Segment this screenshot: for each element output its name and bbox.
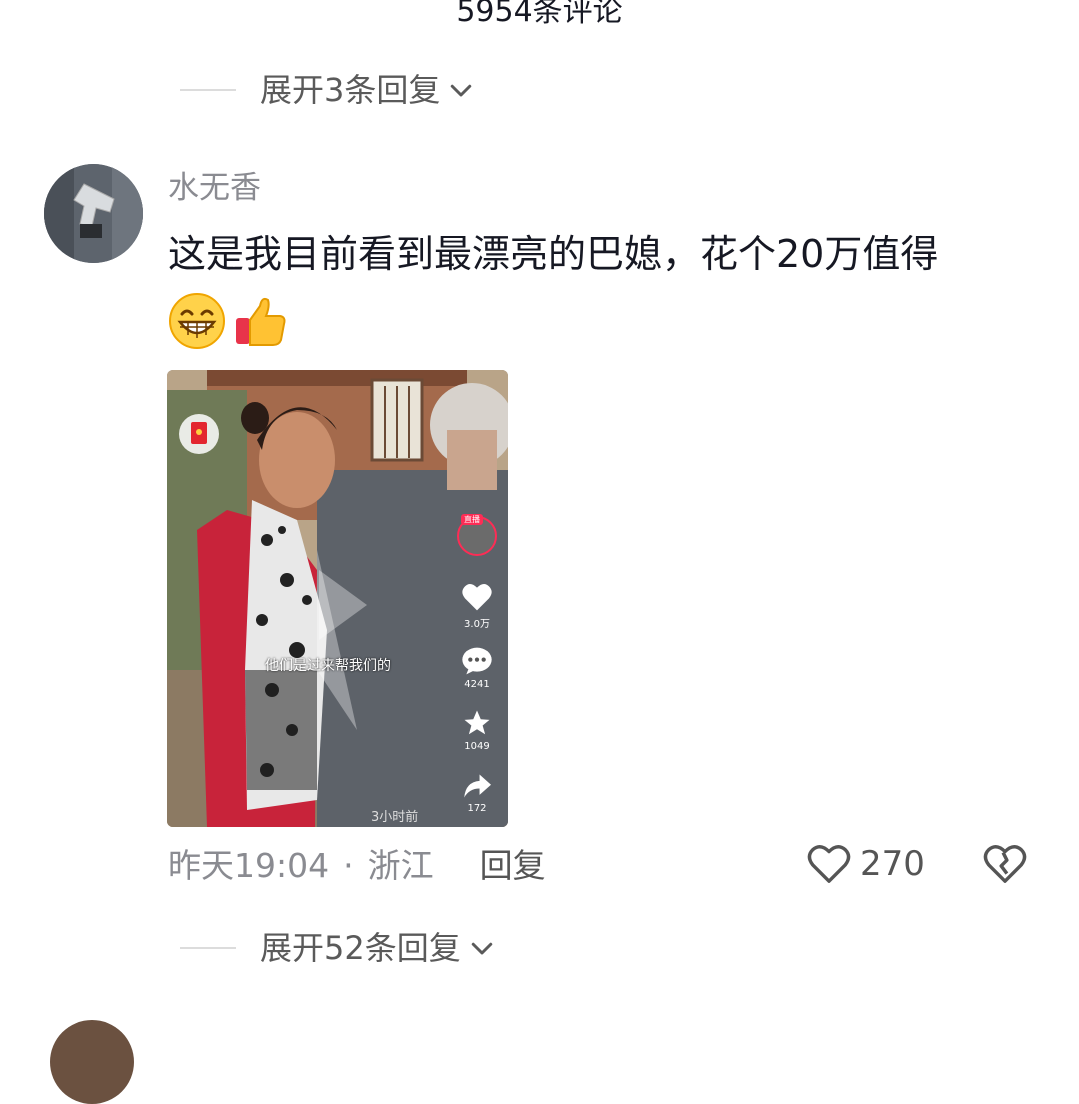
video-time-ago: 3小时前 (371, 810, 419, 825)
comment-location: 浙江 (367, 846, 434, 885)
star-icon (464, 710, 490, 735)
avatar[interactable] (44, 164, 143, 263)
broken-heart-icon (983, 845, 1027, 883)
video-share-button[interactable]: 172 (457, 772, 497, 814)
video-like-button[interactable]: 3.0万 (457, 582, 497, 630)
video-comment-count: 4241 (464, 679, 490, 690)
comment-username[interactable]: 水无香 (168, 168, 261, 208)
comment-like-count: 270 (860, 844, 925, 884)
heart-outline-icon (807, 845, 851, 883)
expand-replies-label: 展开3条回复 (260, 71, 441, 109)
comment-meta: 昨天19:04 · 浙江 回复 (168, 844, 546, 888)
comment-timestamp: 昨天19:04 (168, 846, 330, 885)
expand-replies-label: 展开52条回复 (260, 929, 461, 967)
live-badge-label: 直播 (461, 514, 483, 525)
expand-replies-button[interactable]: 展开3条回复 (180, 70, 476, 110)
video-subtitle: 他们是过来帮我们的 (265, 658, 391, 674)
video-favorite-count: 1049 (464, 741, 490, 752)
divider-line (180, 89, 236, 91)
comment-count-title: 5954条评论 (456, 0, 623, 29)
meta-separator: · (343, 846, 354, 885)
chevron-down-icon (451, 84, 472, 97)
video-like-count: 3.0万 (464, 619, 490, 630)
comment-bubble-icon (462, 647, 492, 675)
comment-dislike-button[interactable] (982, 843, 1028, 889)
video-share-count: 172 (467, 803, 487, 814)
reply-button[interactable]: 回复 (480, 844, 546, 888)
divider-line (180, 947, 236, 949)
expand-replies-button[interactable]: 展开52条回复 (180, 928, 497, 968)
heart-icon (462, 583, 492, 611)
thumbs-up-emoji-icon (236, 297, 286, 346)
next-comment-avatar[interactable] (50, 1020, 134, 1104)
video-favorite-button[interactable]: 1049 (457, 708, 497, 752)
chevron-down-icon (471, 942, 492, 955)
comment-like-button[interactable]: 270 (806, 843, 925, 885)
video-comment-button[interactable]: 4241 (457, 646, 497, 690)
comment-text: 这是我目前看到最漂亮的巴媳，花个20万值得 (168, 232, 939, 276)
avatar-image (44, 164, 143, 263)
live-avatar-badge[interactable]: 直播 (457, 514, 497, 556)
grinning-face-emoji-icon (169, 293, 225, 349)
video-thumbnail[interactable]: 直播 3.0万 4241 1049 172 他们是过来帮我们的 3小时前 (167, 370, 508, 827)
emoji-row (168, 292, 290, 350)
share-arrow-icon (464, 774, 491, 798)
